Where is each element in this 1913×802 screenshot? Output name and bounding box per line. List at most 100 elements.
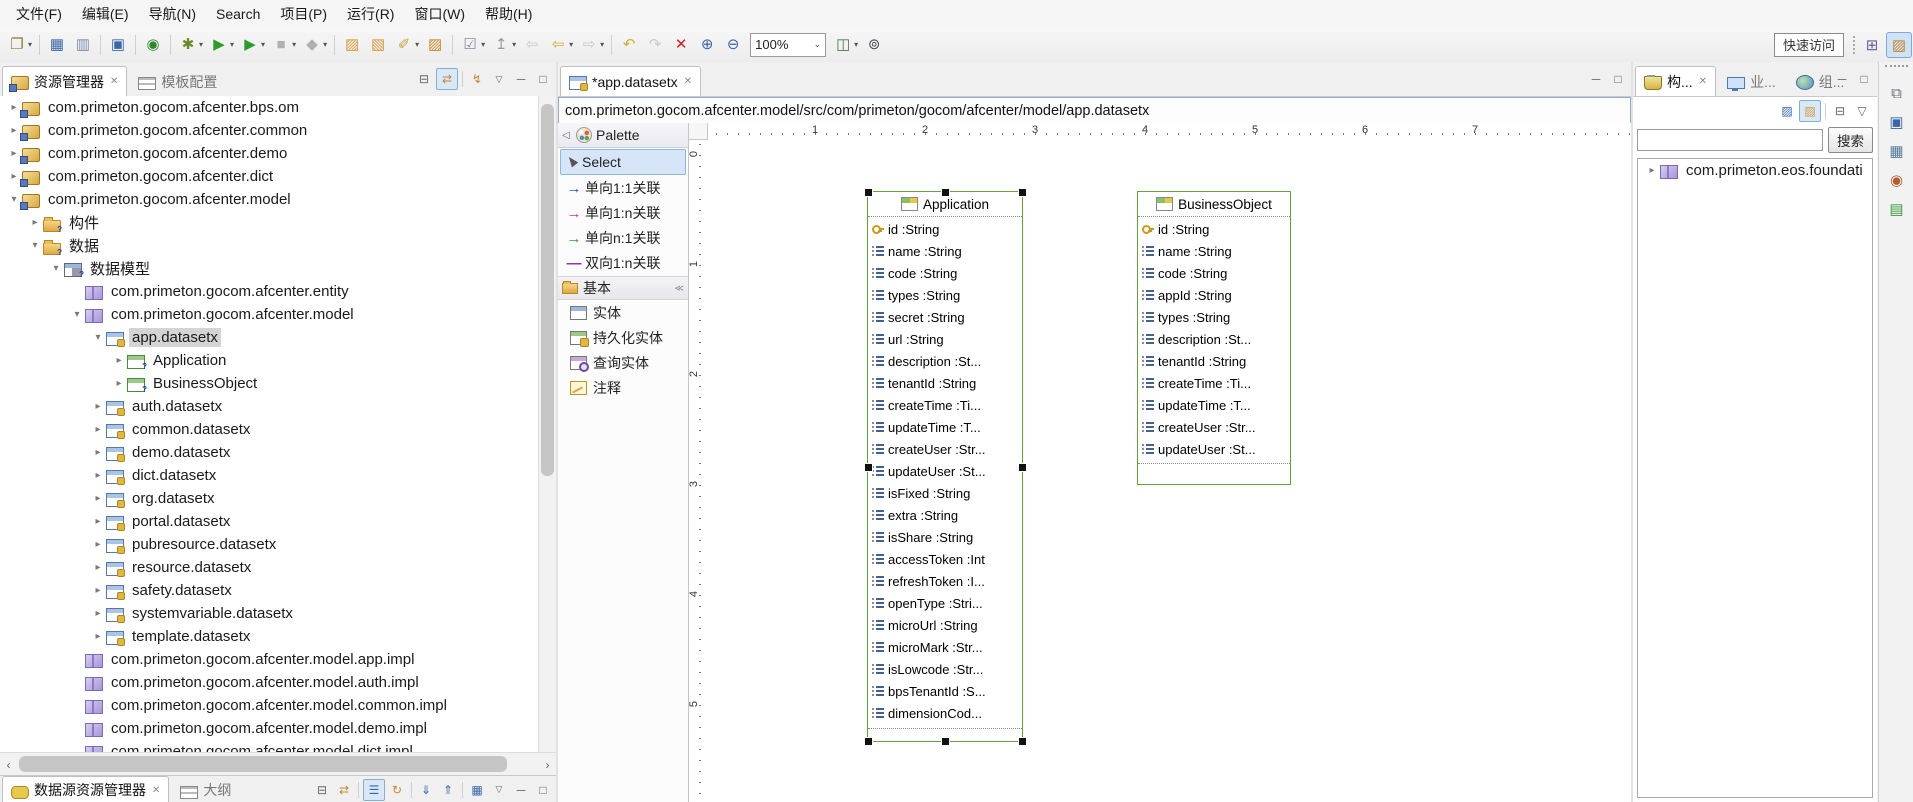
scroll-right-icon[interactable]: › [539,758,556,772]
entity-field-accessToken[interactable]: accessToken :Int [868,548,1022,570]
entity-field-types[interactable]: types :String [868,284,1022,306]
chevron-right-icon[interactable]: ▸ [90,608,106,619]
import-folder-icon[interactable]: ▨ [423,33,447,57]
tree-item-resource.datasetx[interactable]: ▸resource.datasetx [0,556,556,579]
entity-field-description[interactable]: description :St... [1138,328,1290,350]
restore-views-icon[interactable]: ⧉ [1884,80,1910,106]
minimize-icon[interactable]: ─ [511,780,531,800]
layout-icon[interactable]: ◫▾ [831,33,860,57]
menu-窗口(W)[interactable]: 窗口(W) [404,0,475,28]
palette-tool-查询实体[interactable]: 查询实体 [560,351,686,375]
tree-item-com.primeton.gocom.afcenter.model[interactable]: ▾com.primeton.gocom.afcenter.model [0,188,556,211]
chevron-right-icon[interactable]: ▸ [90,470,106,481]
tree-item-portal.datasetx[interactable]: ▸portal.datasetx [0,510,556,533]
chevron-right-icon[interactable]: ▸ [111,355,127,366]
tree-item-com.primeton.gocom.afcenter.model.app.impl[interactable]: com.primeton.gocom.afcenter.model.app.im… [0,648,556,671]
tree-item-BusinessObject[interactable]: ▸BusinessObject [0,372,556,395]
close-icon[interactable]: ✕ [110,76,118,87]
bottom-tab-大纲[interactable]: 大纲 [171,776,240,802]
table-view-icon[interactable]: ▦ [1884,138,1910,164]
tree-item-dict.datasetx[interactable]: ▸dict.datasetx [0,464,556,487]
entity-Application[interactable]: Applicationid :Stringname :Stringcode :S… [867,191,1023,742]
tree-item-com.primeton.gocom.afcenter.model.auth.impl[interactable]: com.primeton.gocom.afcenter.model.auth.i… [0,671,556,694]
chevron-right-icon[interactable]: ▸ [90,401,106,412]
delete-icon[interactable]: ✕ [669,33,693,57]
right-tab-构...[interactable]: 构...✕ [1635,66,1716,96]
selection-handle[interactable] [864,737,873,746]
entity-field-tenantId[interactable]: tenantId :String [868,372,1022,394]
menu-导航(N)[interactable]: 导航(N) [139,0,206,28]
minimize-icon[interactable]: ─ [511,69,531,89]
search-button[interactable]: 搜索 [1828,127,1873,153]
run-history-icon[interactable]: ▶▾ [238,33,267,57]
search-binoculars-icon[interactable]: ⊚ [862,33,886,57]
user-view-icon[interactable]: ◉ [1884,167,1910,193]
collapse-all-icon[interactable]: ⊟ [414,69,434,89]
palette-tool-单向n:1关联[interactable]: →单向n:1关联 [560,226,686,250]
chevron-right-icon[interactable]: ▸ [90,562,106,573]
tree-item-构件[interactable]: ▸构件 [0,211,556,234]
console-icon[interactable]: ▣ [106,33,130,57]
chevron-right-icon[interactable]: ▸ [90,516,106,527]
palette-tool-注释[interactable]: 注释 [560,376,686,400]
export-icon[interactable]: ⇑ [438,780,458,800]
view-menu-icon[interactable]: ▽ [1852,101,1872,121]
entity-field-updateUser[interactable]: updateUser :St... [868,460,1022,482]
tree-item-systemvariable.datasetx[interactable]: ▸systemvariable.datasetx [0,602,556,625]
selection-handle[interactable] [941,188,950,197]
tree-item-数据模型[interactable]: ▾数据模型 [0,257,556,280]
datasource-view-icon[interactable]: ▤ [1884,196,1910,222]
focus-icon[interactable]: ↯ [467,69,487,89]
diagram-surface[interactable]: Applicationid :Stringname :Stringcode :S… [707,139,1631,802]
profile-icon[interactable]: ◆▾ [300,33,329,57]
open-folder-icon[interactable]: ▧ [366,33,390,57]
palette-tool-select[interactable]: Select [560,149,686,175]
chevron-right-icon[interactable]: ▸ [90,447,106,458]
entity-field-microUrl[interactable]: microUrl :String [868,614,1022,636]
open-perspective-icon[interactable]: ⊞ [1860,33,1884,57]
chevron-right-icon[interactable]: ▸ [111,378,127,389]
palette-tool-单向1:n关联[interactable]: →单向1:n关联 [560,201,686,225]
palette-collapse-icon[interactable]: ◁ [562,130,576,141]
selection-handle[interactable] [1018,737,1027,746]
entity-field-dimensionCod...[interactable]: dimensionCod... [868,702,1022,724]
entity-field-openType[interactable]: openType :Stri... [868,592,1022,614]
chevron-down-icon[interactable]: ▾ [90,332,106,343]
zoom-out-icon[interactable]: ⊖ [721,33,745,57]
palette-tool-双向1:n关联[interactable]: —双向1:n关联 [560,251,686,275]
bottom-tab-数据源资源管理器[interactable]: 数据源资源管理器✕ [2,776,169,802]
menu-文件(F)[interactable]: 文件(F) [6,0,72,28]
tree-mode-icon[interactable]: ☰ [363,779,385,801]
chevron-down-icon[interactable]: ▾ [27,240,43,251]
tree-item-com.primeton.gocom.afcenter.demo[interactable]: ▸com.primeton.gocom.afcenter.demo [0,142,556,165]
palette-tool-单向1:1关联[interactable]: →单向1:1关联 [560,176,686,200]
entity-field-createTime[interactable]: createTime :Ti... [868,394,1022,416]
explorer-tab-模板配置[interactable]: 模板配置 [129,66,226,96]
debug-icon[interactable]: ✱▾ [176,33,205,57]
menu-Search[interactable]: Search [206,2,270,26]
console-view-icon[interactable]: ▣ [1884,109,1910,135]
entity-field-updateUser[interactable]: updateUser :St... [1138,438,1290,460]
breadcrumb[interactable]: com.primeton.gocom.afcenter.model/src/co… [558,97,1631,125]
tree-item-demo.datasetx[interactable]: ▸demo.datasetx [0,441,556,464]
save-icon[interactable]: ▦ [45,33,69,57]
close-icon[interactable]: ✕ [152,785,160,796]
entity-field-updateTime[interactable]: updateTime :T... [1138,394,1290,416]
scrollbar-thumb[interactable] [541,104,554,476]
tree-item-com.primeton.gocom.afcenter.model[interactable]: ▾com.primeton.gocom.afcenter.model [0,303,556,326]
view-menu-icon[interactable]: ▽ [489,69,509,89]
mark-icon[interactable]: ✐▾ [392,33,421,57]
entity-field-id[interactable]: id :String [868,218,1022,240]
stop-icon[interactable]: ■▾ [269,33,298,57]
palette-tool-持久化实体[interactable]: 持久化实体 [560,326,686,350]
menu-运行(R)[interactable]: 运行(R) [337,0,404,28]
tree-item-com.primeton.gocom.afcenter.bps.om[interactable]: ▸com.primeton.gocom.afcenter.bps.om [0,96,556,119]
entity-field-extra[interactable]: extra :String [868,504,1022,526]
selection-handle[interactable] [864,188,873,197]
entity-field-id[interactable]: id :String [1138,218,1290,240]
entity-field-code[interactable]: code :String [1138,262,1290,284]
current-perspective-icon[interactable]: ▨ [1886,32,1912,58]
import-icon[interactable]: ⇓ [416,780,436,800]
repository-icon[interactable]: ▨ [1777,101,1797,121]
scrollbar-thumb[interactable] [19,756,507,772]
